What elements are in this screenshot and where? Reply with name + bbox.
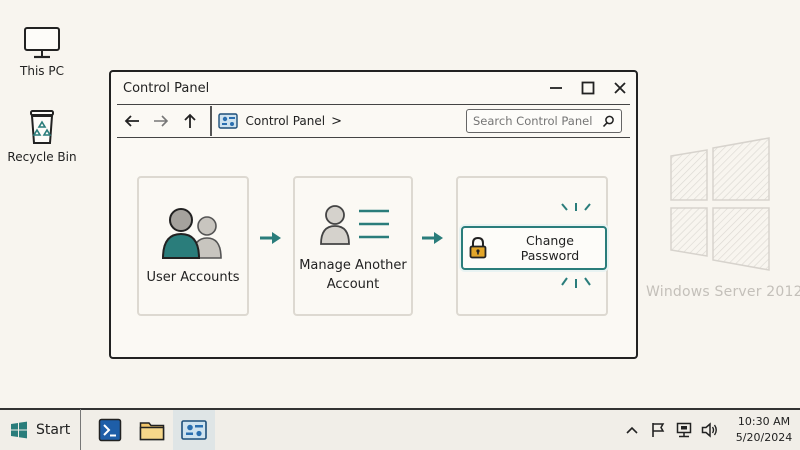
forward-button[interactable] xyxy=(146,106,175,136)
desktop-icon-this-pc[interactable]: This PC xyxy=(6,26,78,78)
file-explorer-icon xyxy=(139,422,165,441)
powershell-icon xyxy=(98,418,122,442)
highlight-burst-bottom-icon xyxy=(561,277,591,288)
change-password-label: Change Password xyxy=(520,233,580,263)
arrow-up-icon xyxy=(183,113,196,128)
arrow-right-icon xyxy=(153,115,168,127)
show-hidden-icons-button[interactable] xyxy=(620,418,644,442)
users-icon xyxy=(161,208,222,259)
monitor-icon xyxy=(24,27,60,59)
arrow-right-icon xyxy=(260,232,281,244)
minimize-icon xyxy=(550,87,562,89)
clock[interactable]: 10:30 AM 5/20/2024 xyxy=(728,414,800,446)
network-icon xyxy=(676,422,692,438)
taskbar-item-control-panel[interactable] xyxy=(173,410,216,450)
arrow-left-icon xyxy=(124,115,139,127)
change-password-card: Change Password xyxy=(456,176,608,316)
desktop-icon-label: This PC xyxy=(20,64,64,78)
address-toolbar: Control Panel > xyxy=(117,104,630,138)
breadcrumb-label: Control Panel xyxy=(245,114,326,128)
up-button[interactable] xyxy=(175,106,204,136)
chevron-up-icon xyxy=(626,426,638,434)
control-panel-icon xyxy=(181,420,208,440)
desktop-icon-label: Recycle Bin xyxy=(7,150,77,164)
manage-another-account-card[interactable]: Manage Another Account xyxy=(293,176,413,316)
maximize-icon xyxy=(581,81,595,95)
content-area: User Accounts Manage Another Account Cha… xyxy=(111,138,636,355)
system-tray: 10:30 AM 5/20/2024 xyxy=(620,410,800,450)
recycle-bin-icon xyxy=(30,110,54,144)
network-button[interactable] xyxy=(672,418,696,442)
start-button[interactable]: Start xyxy=(0,409,82,450)
windows-logo-icon xyxy=(669,137,770,271)
close-button[interactable] xyxy=(604,72,636,104)
user-accounts-card[interactable]: User Accounts xyxy=(137,176,249,316)
close-icon xyxy=(614,82,626,94)
highlight-burst-top-icon xyxy=(561,203,591,211)
breadcrumb-chevron: > xyxy=(331,113,342,129)
clock-date: 5/20/2024 xyxy=(735,431,793,444)
lock-icon xyxy=(469,237,487,259)
flag-icon xyxy=(652,423,665,437)
card-label-line: Account xyxy=(326,277,380,292)
maximize-button[interactable] xyxy=(572,72,604,104)
control-panel-icon xyxy=(217,113,238,129)
change-password-button[interactable]: Change Password xyxy=(461,226,607,270)
arrow-right-icon xyxy=(422,232,443,244)
title-bar[interactable]: Control Panel xyxy=(111,72,636,104)
search-input[interactable] xyxy=(473,114,602,128)
taskbar: Start 10:30 AM 5/20/2024 xyxy=(0,408,800,450)
action-center-button[interactable] xyxy=(646,418,670,442)
search-icon[interactable] xyxy=(602,115,615,128)
card-label-line: Manage Another xyxy=(299,258,407,273)
breadcrumb[interactable]: Control Panel > xyxy=(217,113,467,129)
clock-time: 10:30 AM xyxy=(737,415,791,428)
control-panel-window: Control Panel Control Panel > Search Con… xyxy=(109,70,638,359)
start-label: Start xyxy=(36,422,71,438)
watermark-label: Windows Server 2012 xyxy=(646,284,800,300)
back-button[interactable] xyxy=(117,106,146,136)
volume-button[interactable] xyxy=(698,418,722,442)
user-list-icon xyxy=(320,205,389,245)
search-box[interactable] xyxy=(466,109,622,133)
minimize-button[interactable] xyxy=(540,72,572,104)
taskbar-item-file-explorer[interactable] xyxy=(131,410,173,450)
card-label: Manage Another Account xyxy=(295,256,411,294)
speaker-icon xyxy=(701,422,717,438)
taskbar-item-powershell[interactable] xyxy=(89,410,131,450)
desktop-icon-recycle-bin[interactable]: Recycle Bin xyxy=(6,108,78,164)
windows-server-watermark: Windows Server 2012 xyxy=(646,136,800,300)
card-label: User Accounts xyxy=(146,270,240,285)
window-title: Control Panel xyxy=(123,80,210,96)
windows-logo-icon xyxy=(11,421,27,439)
toolbar-divider xyxy=(210,106,212,136)
